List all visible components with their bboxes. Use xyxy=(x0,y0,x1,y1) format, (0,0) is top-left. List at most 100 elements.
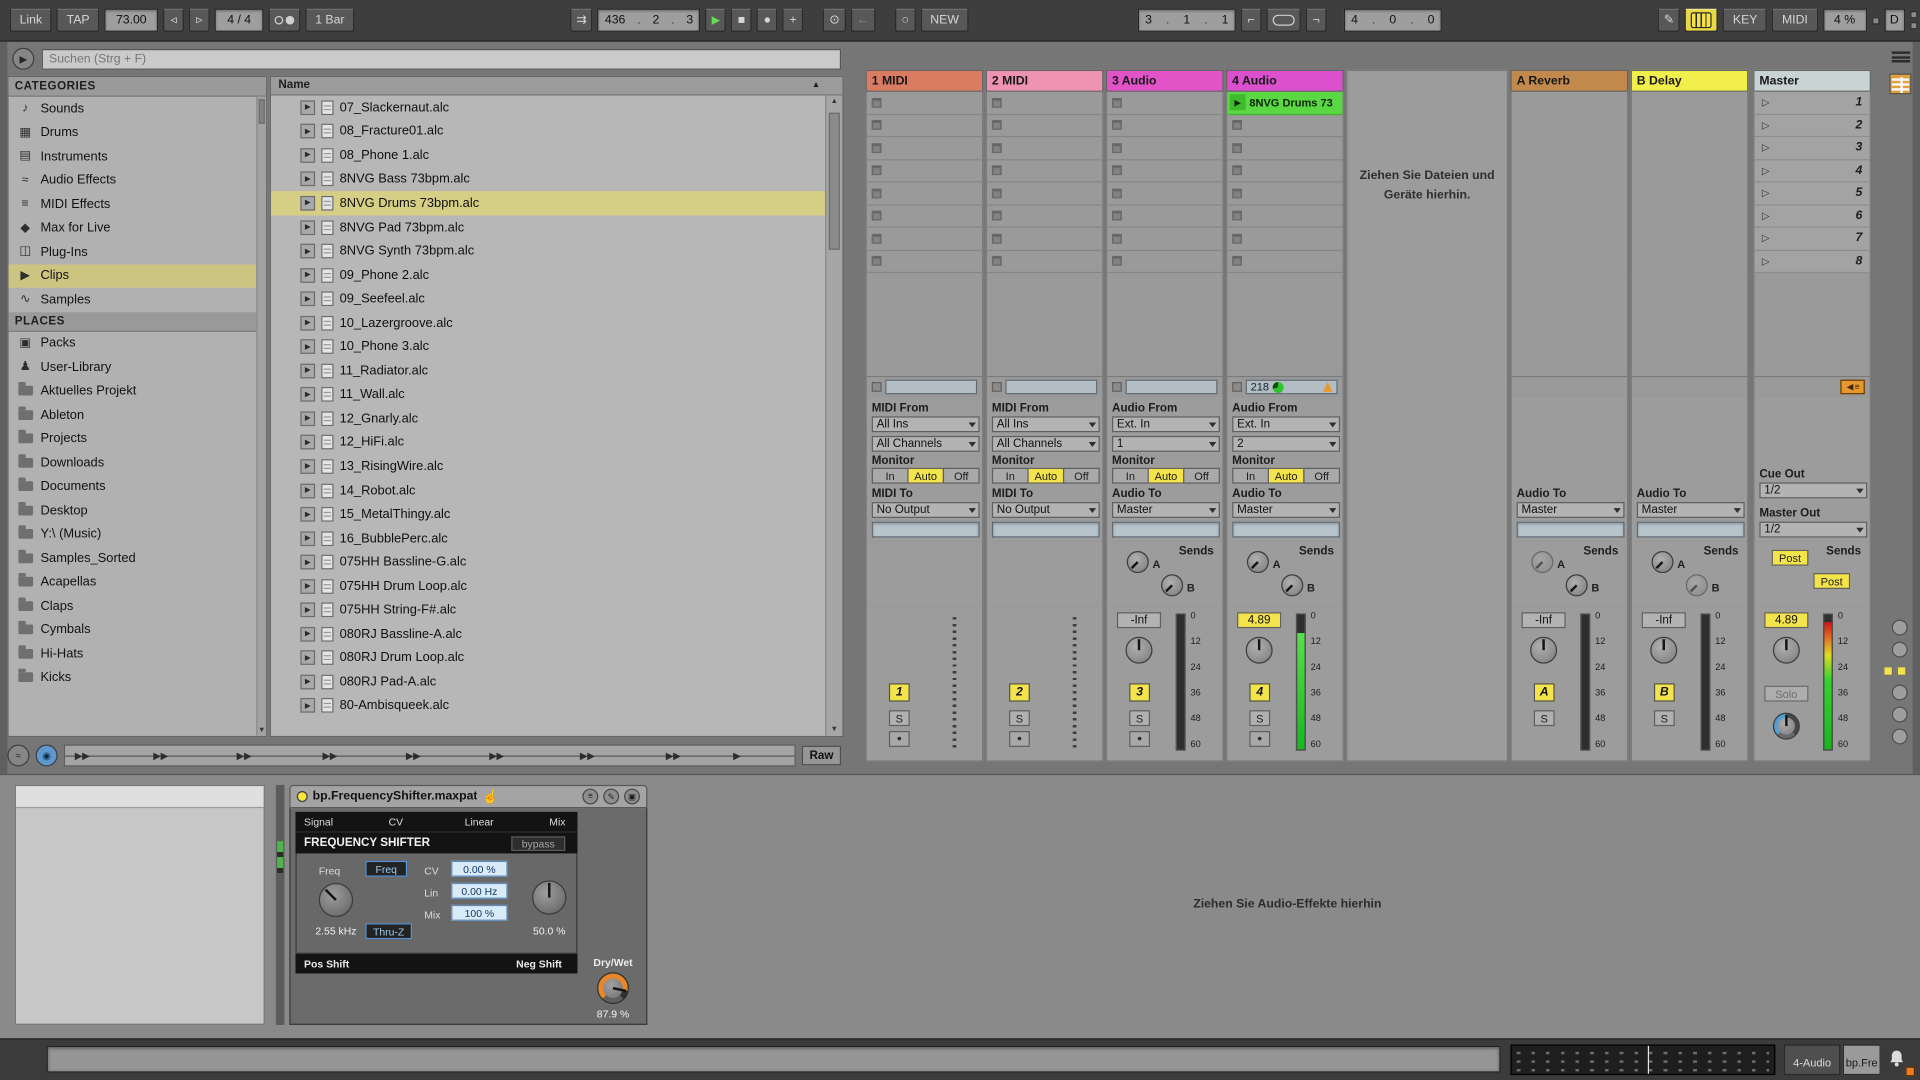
scrollbar-thumb[interactable] xyxy=(258,99,265,124)
bypass-button[interactable]: bypass xyxy=(511,836,566,852)
places-item-acapellas[interactable]: Acapellas xyxy=(9,570,266,594)
stop-clip-button[interactable] xyxy=(991,233,1002,244)
stop-clip-button[interactable] xyxy=(871,210,882,221)
monitor-auto-button[interactable]: Auto xyxy=(907,467,945,484)
stop-clip-button[interactable] xyxy=(871,256,882,267)
file-row[interactable]: ▶ 075HH Bassline-G.alc xyxy=(271,550,825,574)
send-b-knob[interactable] xyxy=(1281,574,1304,597)
send-b-pre-post-toggle[interactable]: Post xyxy=(1813,573,1851,589)
file-preview-play-icon[interactable]: ▶ xyxy=(300,100,316,115)
save-preset-icon[interactable]: ▣ xyxy=(624,788,640,805)
file-row[interactable]: ▶ 8NVG Pad 73bpm.alc xyxy=(271,215,825,239)
monitor-auto-button[interactable]: Auto xyxy=(1147,467,1185,484)
send-a-knob[interactable] xyxy=(1651,551,1674,574)
clip-slot[interactable] xyxy=(1227,182,1343,206)
track-header[interactable]: 2 MIDI xyxy=(985,69,1104,92)
scene-slot[interactable]: ▷ 4 xyxy=(1754,159,1870,183)
pan-knob[interactable] xyxy=(1650,636,1678,664)
punch-in-button[interactable]: ⌐ xyxy=(1240,8,1262,32)
clip-slot[interactable] xyxy=(1227,228,1343,251)
sidebar-item-samples[interactable]: ∿ Samples xyxy=(9,288,266,312)
file-row[interactable]: ▶ 8NVG Synth 73bpm.alc xyxy=(271,239,825,263)
clip-slot[interactable] xyxy=(1107,250,1223,274)
clip-slot[interactable] xyxy=(866,250,983,274)
clip-slot[interactable] xyxy=(866,182,983,206)
file-row[interactable]: ▶ 12_Gnarly.alc xyxy=(271,407,825,431)
file-preview-play-icon[interactable]: ▶ xyxy=(300,363,316,379)
track-activator-button[interactable]: 4 xyxy=(1249,683,1271,702)
stop-clip-button[interactable] xyxy=(871,382,882,392)
clip-slot[interactable] xyxy=(1107,114,1223,138)
file-row[interactable]: ▶ 11_Radiator.alc xyxy=(271,359,825,383)
metronome-button[interactable] xyxy=(268,8,301,32)
session-record-button[interactable]: ○ xyxy=(894,8,916,32)
file-row[interactable]: ▶ 14_Robot.alc xyxy=(271,478,825,502)
pan-knob[interactable] xyxy=(1772,636,1800,664)
file-row[interactable]: ▶ 075HH String-F#.alc xyxy=(271,598,825,622)
tab-track[interactable]: 4-Audio xyxy=(1783,1044,1841,1076)
tap-tempo-button[interactable]: TAP xyxy=(56,8,100,32)
session-view-icon[interactable] xyxy=(1889,73,1912,95)
places-item-claps[interactable]: Claps xyxy=(9,594,266,618)
pos-shift-label[interactable]: Pos Shift xyxy=(304,958,349,970)
clip-slot[interactable] xyxy=(866,92,983,115)
file-preview-play-icon[interactable]: ▶ xyxy=(300,578,316,594)
edit-max-patch-icon[interactable]: ✎ xyxy=(603,788,620,805)
output-type-chooser[interactable]: Master xyxy=(1516,502,1625,518)
monitor-auto-button[interactable]: Auto xyxy=(1267,467,1305,484)
notification-icon[interactable] xyxy=(1888,1049,1905,1073)
scene-slot[interactable]: ▷ 6 xyxy=(1754,205,1870,228)
overdub-button[interactable]: + xyxy=(782,8,804,32)
loop-button[interactable] xyxy=(1266,8,1301,32)
stop-clip-button[interactable] xyxy=(1112,210,1122,221)
send-a-knob[interactable] xyxy=(1531,551,1554,574)
clip-slot[interactable] xyxy=(986,114,1103,138)
loop-start-display[interactable]: 3. 1. 1 xyxy=(1137,8,1236,32)
stop-clip-button[interactable] xyxy=(1112,120,1122,131)
track-activator-button[interactable]: 1 xyxy=(888,683,910,702)
volume-display[interactable]: 4.89 xyxy=(1237,612,1282,629)
punch-out-button[interactable]: ¬ xyxy=(1305,8,1327,32)
file-preview-play-icon[interactable]: ▶ xyxy=(300,483,316,498)
cue-volume-knob[interactable] xyxy=(1772,712,1800,740)
stop-clip-button[interactable] xyxy=(991,120,1002,131)
drywet-knob[interactable] xyxy=(597,972,629,1005)
show-returns-toggle[interactable] xyxy=(1891,684,1908,701)
show-sends-toggle[interactable] xyxy=(1891,641,1908,658)
track-header[interactable]: B Delay xyxy=(1630,69,1749,92)
stop-button[interactable]: ■ xyxy=(731,8,753,32)
stop-clip-button[interactable] xyxy=(1232,142,1242,153)
frequency-knob[interactable] xyxy=(318,882,354,918)
track-header[interactable]: 3 Audio xyxy=(1105,69,1224,92)
clip-slot[interactable] xyxy=(1107,92,1223,115)
clip-slot[interactable] xyxy=(986,205,1103,228)
stop-clip-button[interactable] xyxy=(871,165,882,176)
monitor-off-button[interactable]: Off xyxy=(1303,467,1341,484)
mix-knob-value[interactable]: 50.0 % xyxy=(520,924,579,936)
arrangement-overview[interactable] xyxy=(1510,1044,1776,1076)
show-io-toggle[interactable] xyxy=(1891,619,1908,636)
stop-clip-button[interactable] xyxy=(991,165,1002,176)
arm-button[interactable]: ● xyxy=(888,731,910,747)
arm-button[interactable]: ● xyxy=(1009,731,1030,747)
track-activator-button[interactable]: B xyxy=(1653,683,1675,702)
automation-arm-button[interactable]: ⊙ xyxy=(823,8,846,32)
file-preview-play-icon[interactable]: ▶ xyxy=(300,387,316,403)
clip-slot[interactable] xyxy=(1227,250,1343,274)
input-type-chooser[interactable]: Ext. In xyxy=(1232,416,1341,433)
sidebar-item-plug-ins[interactable]: ◫ Plug-Ins xyxy=(9,240,266,264)
scroll-down-icon[interactable]: ▼ xyxy=(826,726,842,733)
input-channel-chooser[interactable]: 2 xyxy=(1232,435,1341,452)
file-preview-play-icon[interactable]: ▶ xyxy=(300,507,316,522)
scroll-down-icon[interactable]: ▼ xyxy=(257,727,266,734)
stop-clip-button[interactable] xyxy=(1232,210,1242,221)
track-header[interactable]: A Reverb xyxy=(1510,69,1629,92)
monitor-off-button[interactable]: Off xyxy=(942,467,980,484)
stop-clip-button[interactable] xyxy=(871,233,882,244)
scrollbar-thumb[interactable] xyxy=(828,112,840,250)
sidebar-item-instruments[interactable]: ▤ Instruments xyxy=(9,144,266,168)
track-activator-button[interactable]: 3 xyxy=(1129,683,1151,702)
scene-slot[interactable]: ▷ 7 xyxy=(1754,227,1870,251)
stop-clip-button[interactable] xyxy=(1112,382,1122,392)
stop-clip-button[interactable] xyxy=(991,188,1002,199)
